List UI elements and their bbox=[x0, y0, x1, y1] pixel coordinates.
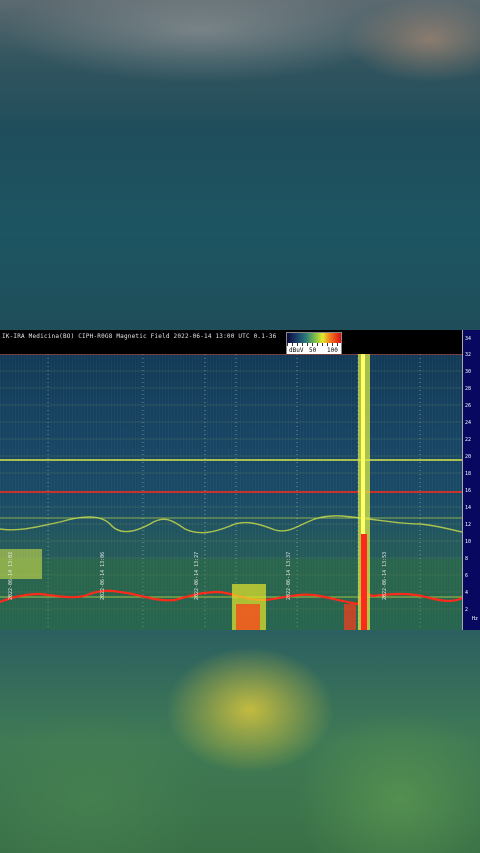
axis-unit-label: Hz bbox=[472, 616, 479, 622]
colorbar-gradient bbox=[287, 333, 341, 343]
axis-tick-label: 8 bbox=[465, 556, 469, 562]
spectrogram-overlay bbox=[0, 354, 462, 630]
axis-tick-label: 10 bbox=[465, 539, 472, 545]
blurred-background-top bbox=[0, 0, 480, 330]
time-label: 2022-06-14 13:27 bbox=[194, 551, 200, 600]
axis-tick-label: 12 bbox=[465, 522, 472, 528]
axis-tick-label: 18 bbox=[465, 471, 472, 477]
blurred-background-bottom bbox=[0, 630, 480, 853]
axis-tick-label: 16 bbox=[465, 488, 472, 494]
spectrogram-panel: IK-IRA Medicina(BO) CIPH-R0G8 Magnetic F… bbox=[0, 330, 480, 630]
colorbar-unit: dBuV bbox=[289, 347, 304, 354]
burst-center-core bbox=[236, 604, 260, 630]
burst-right bbox=[344, 604, 356, 630]
axis-tick-label: 24 bbox=[465, 420, 472, 426]
time-label: 2022-06-14 13:02 bbox=[8, 551, 14, 600]
axis-tick-label: 6 bbox=[465, 573, 469, 579]
colorbar-max-label: 100 bbox=[327, 347, 338, 354]
time-label: 2022-06-14 13:37 bbox=[286, 551, 292, 600]
spectrogram-title: IK-IRA Medicina(BO) CIPH-R0G8 Magnetic F… bbox=[2, 333, 277, 340]
spectrogram-header: IK-IRA Medicina(BO) CIPH-R0G8 Magnetic F… bbox=[0, 330, 462, 356]
impulse-column-red bbox=[361, 534, 367, 630]
axis-tick-label: 2 bbox=[465, 607, 469, 613]
burst-left bbox=[0, 549, 42, 579]
axis-tick-label: 30 bbox=[465, 369, 472, 375]
colorbar-ticks bbox=[287, 343, 341, 346]
axis-tick-label: 28 bbox=[465, 386, 472, 392]
colorbar-mid-label: 50 bbox=[309, 347, 317, 354]
time-label: 2022-06-14 13:53 bbox=[382, 551, 388, 600]
axis-tick-label: 26 bbox=[465, 403, 472, 409]
time-label: 2022-06-14 13:06 bbox=[100, 551, 106, 600]
axis-tick-label: 32 bbox=[465, 352, 472, 358]
spectrogram-image: 2022-06-14 13:02 2022-06-14 13:06 2022-0… bbox=[0, 354, 462, 630]
axis-tick-label: 22 bbox=[465, 437, 472, 443]
frequency-axis: 34 32 30 28 26 24 22 20 18 16 14 12 10 8… bbox=[462, 330, 480, 630]
axis-tick-label: 4 bbox=[465, 590, 469, 596]
colorbar-legend: dBuV 50 100 bbox=[286, 332, 342, 356]
axis-tick-label: 20 bbox=[465, 454, 472, 460]
axis-tick-label: 14 bbox=[465, 505, 472, 511]
axis-tick-label: 34 bbox=[465, 336, 472, 342]
